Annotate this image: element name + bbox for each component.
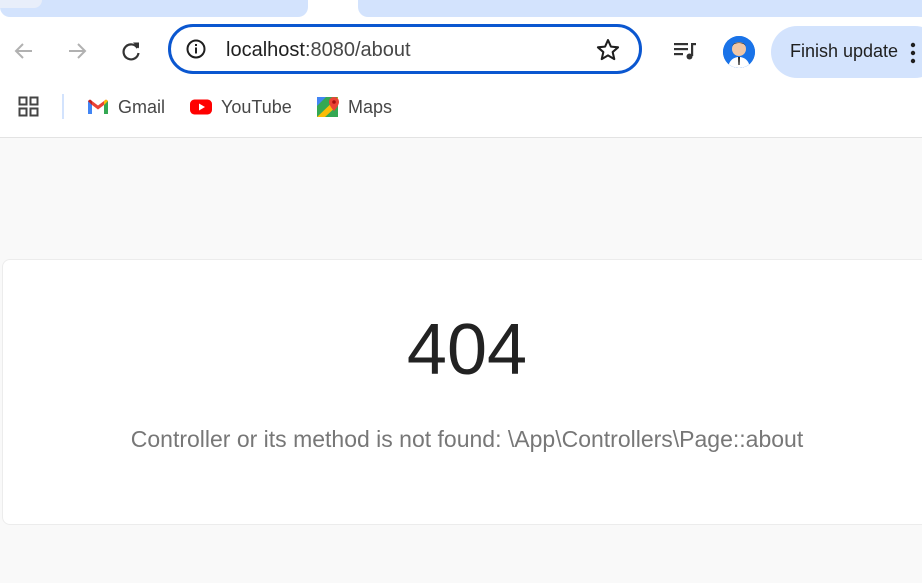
- url-text[interactable]: localhost:8080/about: [226, 39, 411, 62]
- bookmark-label: YouTube: [221, 96, 292, 117]
- url-path: :8080/about: [304, 39, 411, 61]
- youtube-icon: [190, 99, 212, 115]
- tab-inactive[interactable]: [0, 0, 308, 17]
- error-code: 404: [406, 310, 528, 390]
- bookmark-gmail[interactable]: Gmail: [86, 94, 165, 120]
- address-bar[interactable]: localhost:8080/about: [168, 24, 642, 74]
- finish-update-label: Finish update: [790, 41, 899, 61]
- avatar[interactable]: [723, 36, 755, 68]
- tab-strip: [0, 0, 922, 17]
- bookmark-maps[interactable]: Maps: [316, 94, 392, 120]
- reload-icon: [122, 42, 140, 61]
- arrow-left-icon: [14, 43, 32, 59]
- maps-icon: [317, 97, 339, 117]
- browser-window: localhost:8080/about Finish update Gmail…: [0, 0, 922, 583]
- error-message: Controller or its method is not found: \…: [130, 426, 804, 452]
- media-queue-icon[interactable]: [672, 38, 698, 64]
- profile-picture: [723, 36, 755, 68]
- finish-update-button[interactable]: Finish update: [771, 26, 922, 78]
- bookmark-label: Maps: [348, 96, 393, 117]
- forward-button[interactable]: [61, 35, 93, 67]
- apps-grid-icon[interactable]: [18, 96, 40, 118]
- star-icon[interactable]: [595, 37, 621, 63]
- bookmark-label: Gmail: [118, 96, 166, 117]
- bookmark-youtube[interactable]: YouTube: [189, 94, 292, 120]
- bookmarks-separator: [62, 94, 64, 119]
- page-content: 404 Controller or its method is not foun…: [0, 138, 922, 583]
- more-vertical-icon[interactable]: [910, 41, 916, 65]
- toolbar: localhost:8080/about Finish update: [0, 17, 922, 87]
- bookmarks-bar: Gmail YouTube Maps: [0, 87, 922, 138]
- tab-inactive[interactable]: [358, 0, 922, 17]
- arrow-right-icon: [69, 43, 87, 59]
- reload-button[interactable]: [115, 35, 147, 67]
- gmail-icon: [88, 99, 108, 114]
- url-host: localhost: [226, 39, 305, 61]
- tab-corner: [0, 0, 42, 8]
- back-button[interactable]: [8, 35, 40, 67]
- error-card: [2, 259, 922, 525]
- info-icon[interactable]: [185, 38, 207, 60]
